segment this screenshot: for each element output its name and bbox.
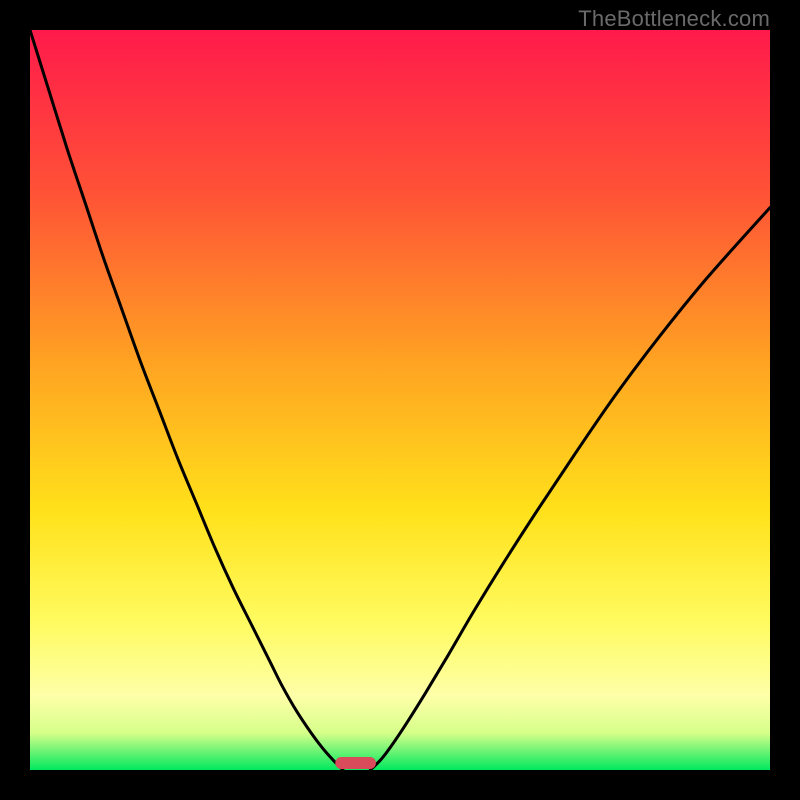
chart-frame bbox=[30, 30, 770, 770]
watermark-text: TheBottleneck.com bbox=[578, 6, 770, 32]
gradient-background bbox=[30, 30, 770, 770]
bottleneck-chart bbox=[30, 30, 770, 770]
optimum-marker bbox=[335, 757, 376, 769]
